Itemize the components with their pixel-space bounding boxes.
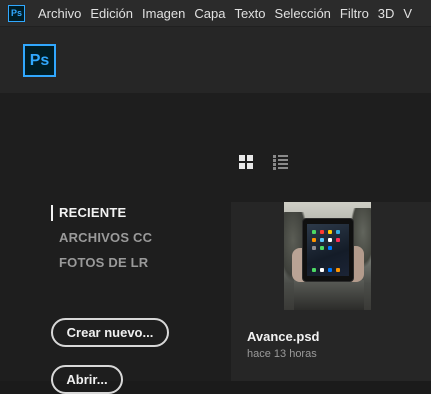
app-header: Ps	[0, 27, 431, 93]
menu-imagen[interactable]: Imagen	[142, 0, 185, 26]
menu-archivo[interactable]: Archivo	[38, 0, 81, 26]
photoshop-app-icon[interactable]: Ps	[8, 4, 25, 22]
nav-archivos-cc[interactable]: ARCHIVOS CC	[51, 230, 152, 255]
menu-filtro[interactable]: Filtro	[340, 0, 369, 26]
file-modified-time: hace 13 horas	[247, 348, 317, 360]
menu-seleccion[interactable]: Selección	[275, 0, 331, 26]
menu-edicion[interactable]: Edición	[90, 0, 133, 26]
nav-fotos-de-lr[interactable]: FOTOS DE LR	[51, 255, 152, 280]
recent-file-card[interactable]: Avance.psd hace 13 horas	[231, 202, 431, 381]
nav-reciente[interactable]: RECIENTE	[51, 205, 152, 221]
photoshop-logo: Ps	[23, 44, 56, 77]
menu-3d[interactable]: 3D	[378, 0, 395, 26]
grid-view-icon[interactable]	[238, 154, 254, 170]
start-sidenav: RECIENTE ARCHIVOS CC FOTOS DE LR	[51, 205, 152, 280]
menu-capa[interactable]: Capa	[194, 0, 225, 26]
create-new-button[interactable]: Crear nuevo...	[51, 318, 169, 347]
file-name: Avance.psd	[247, 329, 320, 344]
menu-texto[interactable]: Texto	[234, 0, 265, 26]
menu-vista[interactable]: V	[403, 0, 412, 26]
list-view-icon[interactable]	[273, 154, 289, 170]
menu-bar: Ps Archivo Edición Imagen Capa Texto Sel…	[0, 0, 431, 27]
start-workspace: RECIENTE ARCHIVOS CC FOTOS DE LR Crear n…	[0, 93, 431, 394]
file-thumbnail	[284, 202, 371, 310]
open-button[interactable]: Abrir...	[51, 365, 123, 394]
